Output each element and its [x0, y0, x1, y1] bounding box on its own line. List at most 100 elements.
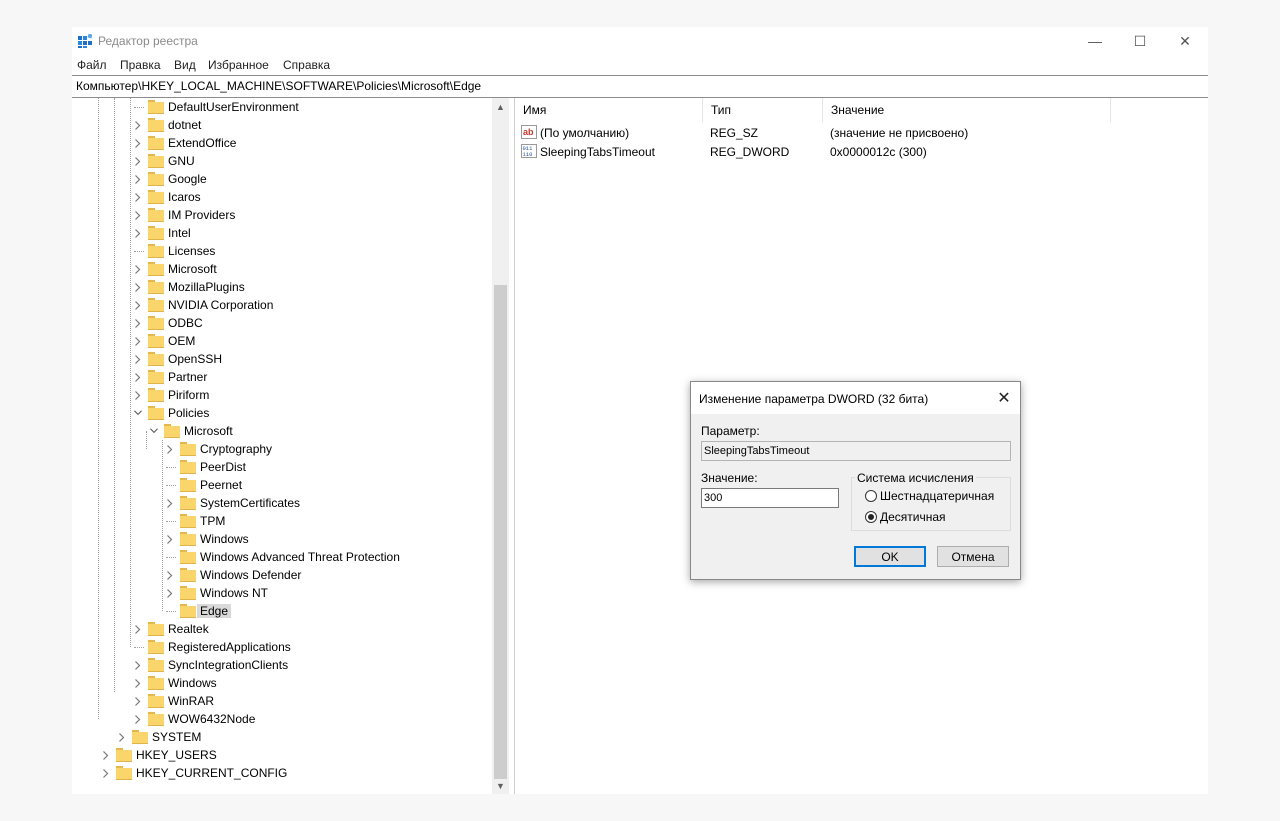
folder-icon [180, 532, 196, 546]
tree-node[interactable]: Windows Defender [72, 566, 492, 584]
chevron-down-icon[interactable] [134, 409, 142, 417]
tree-node[interactable]: OEM [72, 332, 492, 350]
column-name[interactable]: Имя [515, 98, 703, 122]
scroll-up-icon[interactable]: ▲ [492, 98, 509, 115]
tree-node[interactable]: WOW6432Node [72, 710, 492, 728]
chevron-right-icon[interactable] [166, 570, 174, 580]
chevron-right-icon[interactable] [134, 354, 142, 364]
chevron-down-icon[interactable] [150, 427, 158, 435]
tree-node[interactable]: Edge [72, 602, 492, 620]
tree-node[interactable]: Cryptography [72, 440, 492, 458]
tree-node[interactable]: RegisteredApplications [72, 638, 492, 656]
maximize-icon[interactable]: ☐ [1117, 27, 1163, 55]
chevron-right-icon[interactable] [166, 444, 174, 454]
close-icon[interactable]: ✕ [1162, 27, 1208, 55]
tree-node[interactable]: Microsoft [72, 422, 492, 440]
chevron-right-icon[interactable] [134, 714, 142, 724]
tree-node[interactable]: Windows NT [72, 584, 492, 602]
chevron-right-icon[interactable] [134, 660, 142, 670]
chevron-right-icon[interactable] [134, 174, 142, 184]
cancel-button[interactable]: Отмена [937, 546, 1009, 567]
chevron-right-icon[interactable] [134, 624, 142, 634]
menu-help[interactable]: Справка [283, 58, 330, 72]
scroll-down-icon[interactable]: ▼ [492, 777, 509, 794]
chevron-right-icon[interactable] [134, 336, 142, 346]
chevron-right-icon[interactable] [134, 138, 142, 148]
tree-node[interactable]: Icaros [72, 188, 492, 206]
tree-node[interactable]: Partner [72, 368, 492, 386]
title-bar[interactable]: Редактор реестра — ☐ ✕ [72, 27, 1208, 55]
tree-node[interactable]: SyncIntegrationClients [72, 656, 492, 674]
tree-node[interactable]: HKEY_USERS [72, 746, 492, 764]
tree-node[interactable]: Piriform [72, 386, 492, 404]
chevron-right-icon[interactable] [134, 156, 142, 166]
svg-text:110: 110 [523, 151, 533, 158]
address-path: Компьютер\HKEY_LOCAL_MACHINE\SOFTWARE\Po… [76, 79, 482, 93]
radio-hex-label[interactable]: Шестнадцатеричная [880, 489, 994, 503]
chevron-right-icon[interactable] [134, 264, 142, 274]
tree-node[interactable]: ExtendOffice [72, 134, 492, 152]
address-bar[interactable]: Компьютер\HKEY_LOCAL_MACHINE\SOFTWARE\Po… [72, 75, 1208, 98]
tree-scrollbar[interactable]: ▲ ▼ [492, 98, 509, 794]
tree-node[interactable]: HKEY_CURRENT_CONFIG [72, 764, 492, 782]
tree-node[interactable]: TPM [72, 512, 492, 530]
radio-dec[interactable] [865, 511, 877, 523]
tree-node[interactable]: dotnet [72, 116, 492, 134]
menu-edit[interactable]: Правка [120, 58, 161, 72]
tree-node[interactable]: ODBC [72, 314, 492, 332]
chevron-right-icon[interactable] [166, 534, 174, 544]
menu-favorites[interactable]: Избранное [208, 58, 269, 72]
tree-node[interactable]: SYSTEM [72, 728, 492, 746]
tree-node[interactable]: Licenses [72, 242, 492, 260]
chevron-right-icon[interactable] [134, 228, 142, 238]
tree-node[interactable]: Microsoft [72, 260, 492, 278]
chevron-right-icon[interactable] [134, 120, 142, 130]
column-value[interactable]: Значение [823, 98, 1111, 122]
tree-node[interactable]: Google [72, 170, 492, 188]
tree-node[interactable]: MozillaPlugins [72, 278, 492, 296]
minimize-icon[interactable]: — [1072, 27, 1118, 55]
chevron-right-icon[interactable] [134, 282, 142, 292]
dialog-title-bar[interactable]: Изменение параметра DWORD (32 бита) ✕ [691, 382, 1020, 414]
radio-hex[interactable] [865, 490, 877, 502]
tree-node[interactable]: SystemCertificates [72, 494, 492, 512]
column-type[interactable]: Тип [703, 98, 823, 122]
chevron-right-icon[interactable] [134, 300, 142, 310]
tree-node[interactable]: OpenSSH [72, 350, 492, 368]
chevron-right-icon[interactable] [102, 768, 110, 778]
list-item[interactable]: ab (По умолчанию) REG_SZ (значение не пр… [515, 124, 1208, 143]
chevron-right-icon[interactable] [134, 210, 142, 220]
chevron-right-icon[interactable] [134, 678, 142, 688]
tree-node[interactable]: Peernet [72, 476, 492, 494]
tree-node[interactable]: Windows [72, 530, 492, 548]
tree-node[interactable]: Realtek [72, 620, 492, 638]
dialog-close-icon[interactable]: ✕ [994, 388, 1014, 408]
tree-node[interactable]: Windows Advanced Threat Protection [72, 548, 492, 566]
tree-node[interactable]: PeerDist [72, 458, 492, 476]
chevron-right-icon[interactable] [118, 732, 126, 742]
tree-node[interactable]: GNU [72, 152, 492, 170]
tree-node[interactable]: Windows [72, 674, 492, 692]
ok-button[interactable]: OK [854, 546, 926, 567]
chevron-right-icon[interactable] [134, 390, 142, 400]
scroll-thumb[interactable] [494, 285, 507, 779]
tree-node[interactable]: DefaultUserEnvironment [72, 98, 492, 116]
chevron-right-icon[interactable] [134, 318, 142, 328]
list-item[interactable]: 011 110 SleepingTabsTimeout REG_DWORD 0x… [515, 143, 1208, 162]
chevron-right-icon[interactable] [102, 750, 110, 760]
chevron-right-icon[interactable] [134, 696, 142, 706]
tree-node[interactable]: Intel [72, 224, 492, 242]
tree-node[interactable]: WinRAR [72, 692, 492, 710]
menu-file[interactable]: Файл [77, 58, 107, 72]
tree-node[interactable]: NVIDIA Corporation [72, 296, 492, 314]
chevron-right-icon[interactable] [166, 588, 174, 598]
chevron-right-icon[interactable] [166, 498, 174, 508]
radio-dec-label[interactable]: Десятичная [880, 510, 946, 524]
tree-node[interactable]: Policies [72, 404, 492, 422]
tree-node[interactable]: IM Providers [72, 206, 492, 224]
chevron-right-icon[interactable] [134, 372, 142, 382]
menu-view[interactable]: Вид [174, 58, 196, 72]
tree-node-label: SystemCertificates [200, 496, 301, 510]
chevron-right-icon[interactable] [134, 192, 142, 202]
value-input[interactable]: 300 [701, 488, 839, 508]
